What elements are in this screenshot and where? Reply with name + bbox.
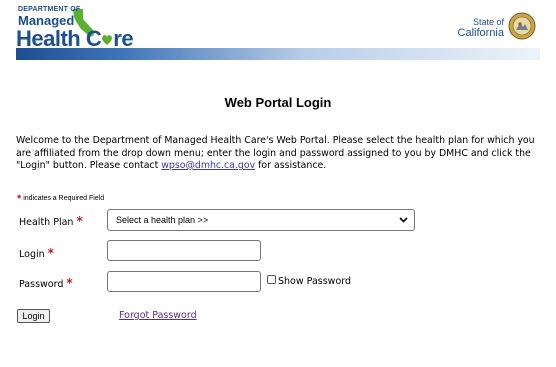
contact-email-link[interactable]: wpso@dmhc.ca.gov: [161, 160, 255, 171]
login-button[interactable]: Login: [17, 309, 50, 323]
required-field-note: * indicates a Required Field: [17, 193, 105, 205]
show-password-label[interactable]: Show Password: [278, 276, 351, 287]
required-asterisk: *: [17, 193, 22, 205]
logo-heart-icon: [102, 35, 113, 45]
show-password-checkbox[interactable]: [267, 275, 276, 284]
dmhc-logo[interactable]: DEPARTMENT OF Managed Health Cre: [14, 6, 134, 51]
page-title: Web Portal Login: [224, 95, 332, 110]
welcome-message: Welcome to the Department of Managed Hea…: [16, 135, 535, 171]
state-of-california-text: State of California: [457, 17, 504, 39]
forgot-password-link[interactable]: Forgot Password: [119, 310, 197, 321]
health-plan-select[interactable]: Select a health plan >>: [107, 209, 415, 231]
header-gradient-bar: [16, 48, 540, 60]
chevron-down-icon: [399, 217, 408, 223]
site-header: DEPARTMENT OF Managed Health Cre State o…: [0, 0, 556, 62]
logo-department-text: DEPARTMENT OF: [18, 6, 81, 13]
login-label: Login *: [19, 246, 54, 260]
password-input[interactable]: [107, 271, 261, 292]
password-label: Password *: [19, 276, 73, 290]
health-plan-selected-value: Select a health plan >>: [116, 215, 209, 225]
health-plan-label: Health Plan *: [19, 214, 83, 228]
login-input[interactable]: [107, 240, 261, 261]
required-asterisk: *: [47, 246, 54, 260]
required-asterisk: *: [66, 276, 73, 290]
required-asterisk: *: [76, 214, 83, 228]
state-seal-icon: [508, 12, 536, 40]
